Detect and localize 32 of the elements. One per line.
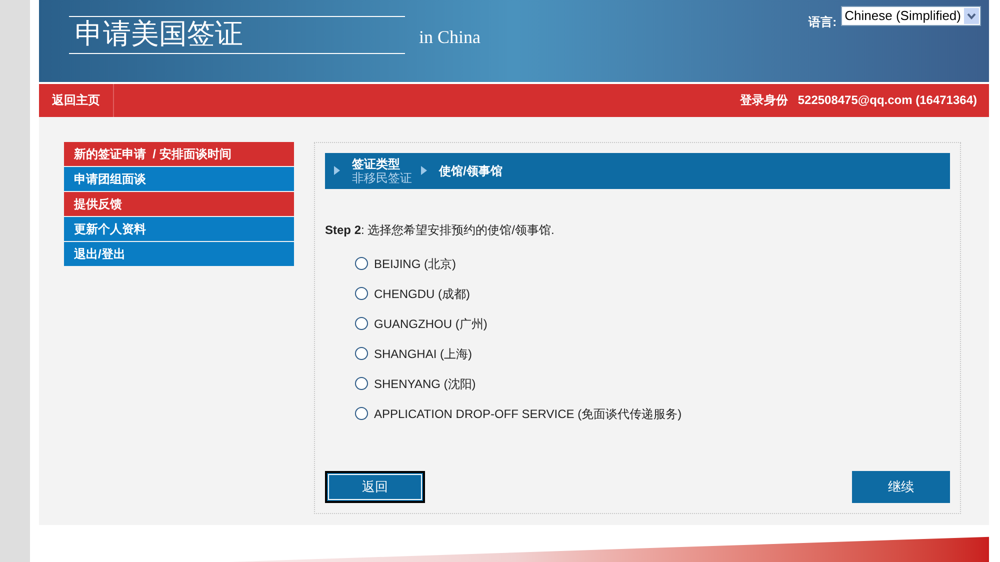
arrow-icon xyxy=(334,166,340,176)
continue-button[interactable]: 继续 xyxy=(852,470,950,503)
instruction-text: Step 2: 选择您希望安排预约的使馆/领事馆. xyxy=(325,222,556,239)
language-select[interactable]: Chinese (Simplified) xyxy=(840,6,981,26)
radio-button[interactable] xyxy=(355,377,368,390)
breadcrumb-value: 非移民签证 xyxy=(352,170,412,185)
sidebar-item[interactable]: 退出/登出 xyxy=(64,242,294,266)
breadcrumb-step: 使馆/领事馆 xyxy=(439,164,502,178)
site-title: 申请美国签证 xyxy=(74,19,244,51)
login-label: 登录身份 xyxy=(740,92,788,110)
caret-icon xyxy=(964,8,979,24)
option-label: SHENYANG (沈阳) xyxy=(374,376,476,393)
breadcrumb-step: 签证类型 xyxy=(352,156,412,171)
sidebar-item[interactable]: 更新个人资料 xyxy=(64,216,294,241)
option-label: CHENGDU (成都) xyxy=(374,286,470,303)
radio-button[interactable] xyxy=(355,317,368,330)
sidebar-item[interactable]: 新的签证申请 / 安排面谈时间 xyxy=(64,142,294,166)
option-label: SHANGHAI (上海) xyxy=(374,346,472,363)
option-label: GUANGZHOU (广州) xyxy=(374,316,488,333)
radio-button[interactable] xyxy=(355,347,368,360)
radio-button[interactable] xyxy=(355,257,368,270)
radio-button[interactable] xyxy=(355,407,368,420)
sidebar-item[interactable]: 申请团组面谈 xyxy=(64,166,294,191)
language-label: 语言: xyxy=(808,14,837,31)
sidebar-item[interactable]: 提供反馈 xyxy=(64,192,294,216)
arrow-icon xyxy=(421,166,427,176)
site-subtitle: in China xyxy=(419,26,480,49)
back-button[interactable]: 返回 xyxy=(325,470,425,503)
radio-button[interactable] xyxy=(355,287,368,300)
login-account: 522508475@qq.com (16471364) xyxy=(798,92,977,110)
option-label: BEIJING (北京) xyxy=(374,256,456,273)
option-label: APPLICATION DROP-OFF SERVICE (免面谈代传递服务) xyxy=(374,406,682,423)
